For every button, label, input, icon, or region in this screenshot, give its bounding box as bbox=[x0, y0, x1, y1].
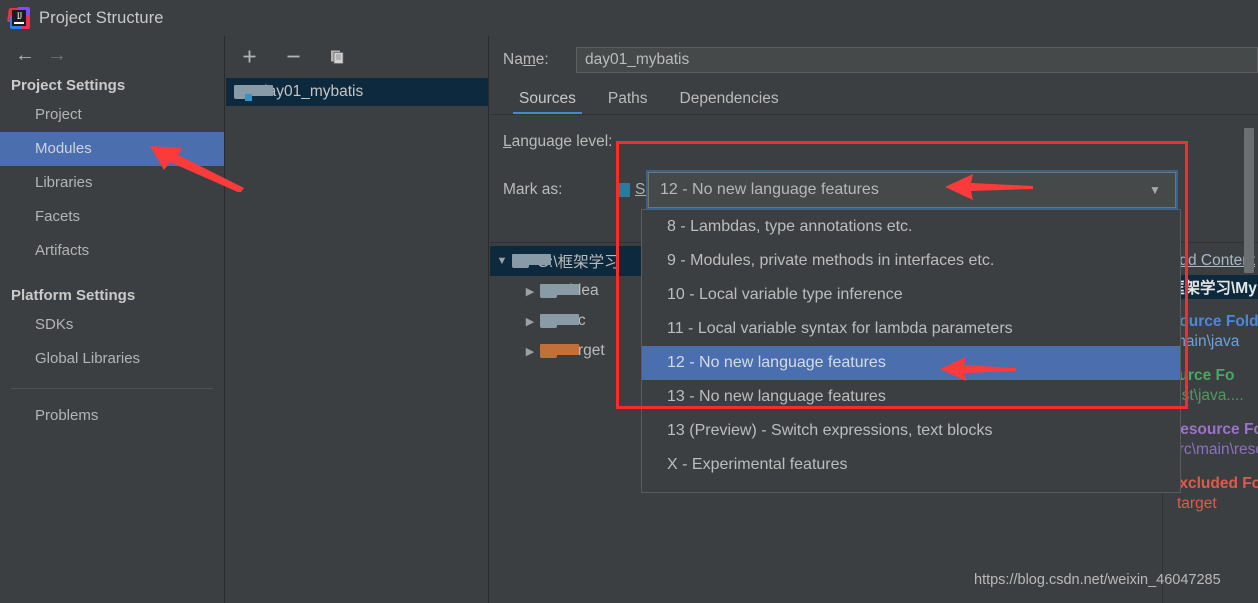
dropdown-option-x[interactable]: X - Experimental features bbox=[642, 448, 1180, 482]
copy-icon[interactable] bbox=[326, 45, 348, 67]
arrow-right-icon[interactable]: → bbox=[41, 42, 73, 68]
chevron-down-icon[interactable]: ▼ bbox=[1135, 183, 1175, 197]
page-title: Project Structure bbox=[39, 8, 164, 27]
dropdown-option-13[interactable]: 13 - No new language features bbox=[642, 380, 1180, 414]
dropdown-option-12[interactable]: 12 - No new language features bbox=[642, 346, 1180, 380]
tab-paths[interactable]: Paths bbox=[592, 90, 664, 115]
minus-icon[interactable] bbox=[282, 45, 304, 67]
module-list-panel: day01_mybatis bbox=[226, 36, 489, 603]
module-toolbar bbox=[226, 36, 488, 76]
intellij-idea-logo-icon: IJ bbox=[7, 7, 30, 29]
language-level-label: Language level: bbox=[503, 133, 613, 150]
dropdown-option-8[interactable]: 8 - Lambdas, type annotations etc. bbox=[642, 210, 1180, 244]
chevron-right-icon[interactable]: ▶ bbox=[520, 345, 540, 358]
dropdown-option-10[interactable]: 10 - Local variable type inference bbox=[642, 278, 1180, 312]
sidebar-item-project[interactable]: Project bbox=[0, 98, 224, 132]
module-name-input[interactable] bbox=[576, 47, 1258, 73]
window-titlebar: IJ Project Structure bbox=[0, 0, 1258, 36]
module-folder-icon bbox=[234, 85, 273, 101]
sidebar-item-libraries[interactable]: Libraries bbox=[0, 166, 224, 200]
language-level-combobox[interactable]: 12 - No new language features ▼ bbox=[648, 172, 1176, 208]
platform-settings-header: Platform Settings bbox=[11, 287, 136, 304]
source-folders-path: main\java bbox=[1173, 333, 1240, 350]
sidebar-item-artifacts[interactable]: Artifacts bbox=[0, 234, 224, 268]
tab-dependencies[interactable]: Dependencies bbox=[664, 90, 795, 115]
chevron-down-icon[interactable]: ▼ bbox=[492, 255, 512, 267]
mark-as-label: Mark as: bbox=[503, 181, 563, 198]
excluded-folders-path: target bbox=[1177, 495, 1217, 512]
language-level-dropdown-list[interactable]: 8 - Lambdas, type annotations etc. 9 - M… bbox=[641, 209, 1181, 493]
sidebar-item-modules[interactable]: Modules bbox=[0, 132, 224, 166]
dropdown-option-13-preview[interactable]: 13 (Preview) - Switch expressions, text … bbox=[642, 414, 1180, 448]
folder-icon bbox=[540, 314, 579, 328]
vertical-scrollbar[interactable] bbox=[1244, 128, 1254, 273]
folder-orange-icon bbox=[540, 344, 579, 358]
project-settings-header: Project Settings bbox=[11, 77, 126, 94]
settings-sidebar: ← → Project Settings Project Modules Lib… bbox=[0, 36, 225, 603]
sources-color-swatch bbox=[616, 183, 630, 197]
plus-icon[interactable] bbox=[238, 45, 260, 67]
add-content-label: Add Content bbox=[1169, 252, 1256, 269]
sidebar-nav-arrows: ← → bbox=[0, 36, 224, 74]
resource-folders-title: Resource Folders bbox=[1169, 421, 1258, 438]
dropdown-option-9[interactable]: 9 - Modules, private methods in interfac… bbox=[642, 244, 1180, 278]
name-field-label: Name: bbox=[503, 51, 549, 68]
sidebar-divider bbox=[11, 388, 213, 389]
sidebar-item-sdks[interactable]: SDKs bbox=[0, 308, 224, 342]
source-folders-title: Source Folders bbox=[1169, 313, 1258, 330]
sidebar-item-problems[interactable]: Problems bbox=[0, 399, 224, 433]
sidebar-item-facets[interactable]: Facets bbox=[0, 200, 224, 234]
dropdown-option-11[interactable]: 11 - Local variable syntax for lambda pa… bbox=[642, 312, 1180, 346]
module-list: day01_mybatis bbox=[226, 78, 488, 106]
watermark-url: https://blog.csdn.net/weixin_46047285 bbox=[974, 572, 1221, 588]
language-level-row: Language level: bbox=[490, 115, 1258, 169]
sidebar-item-global-libraries[interactable]: Global Libraries bbox=[0, 342, 224, 376]
test-source-folders-path: est\java.... bbox=[1173, 387, 1244, 404]
excluded-folders-title: Excluded Folders bbox=[1169, 475, 1258, 492]
folder-icon bbox=[512, 254, 551, 268]
resource-folders-path: src\main\resour bbox=[1171, 441, 1258, 458]
test-source-folders-title: ource Fo bbox=[1169, 367, 1235, 384]
chevron-right-icon[interactable]: ▶ bbox=[520, 315, 540, 328]
folder-icon bbox=[540, 284, 579, 298]
tab-sources[interactable]: Sources bbox=[503, 90, 592, 115]
module-name-row: Name: bbox=[490, 36, 1258, 84]
module-name-label: day01_mybatis bbox=[259, 83, 364, 100]
module-tabs: Sources Paths Dependencies bbox=[490, 84, 1258, 115]
chevron-right-icon[interactable]: ▶ bbox=[520, 285, 540, 298]
language-level-value: 12 - No new language features bbox=[660, 181, 879, 198]
arrow-left-icon[interactable]: ← bbox=[9, 42, 41, 68]
module-list-item-day01-mybatis[interactable]: day01_mybatis bbox=[226, 78, 488, 106]
